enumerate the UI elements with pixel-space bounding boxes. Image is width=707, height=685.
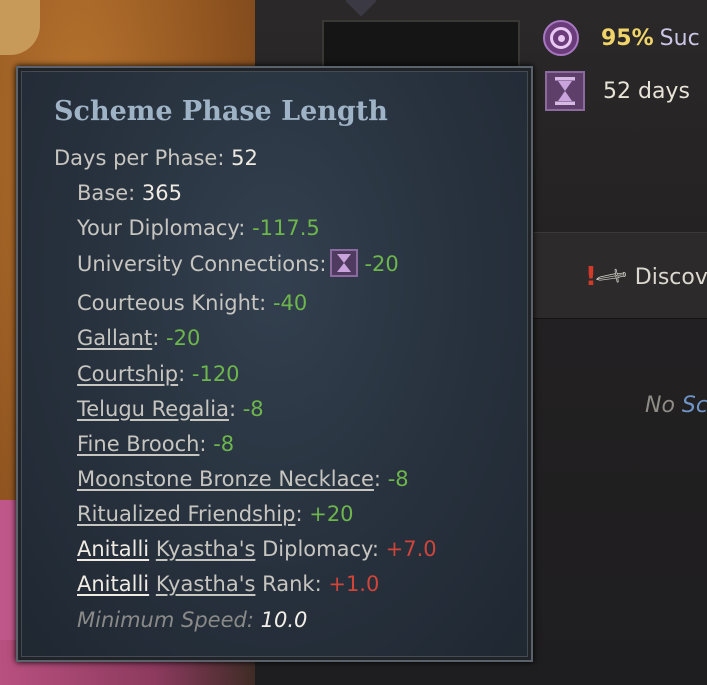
moonstone-necklace-link[interactable]: Moonstone Bronze Necklace <box>77 467 374 491</box>
success-label: Suc <box>659 25 700 51</box>
your-diplomacy-line: Your Diplomacy: -117.5 <box>77 216 320 240</box>
target-diplomacy-line: Anitalli Kyastha's Diplomacy: +7.0 <box>77 537 437 561</box>
success-percent: 95% <box>601 25 654 51</box>
ritualized-friendship-line: Ritualized Friendship: +20 <box>77 502 354 526</box>
hourglass-icon <box>330 249 359 277</box>
moonstone-necklace-line: Moonstone Bronze Necklace: -8 <box>77 467 409 491</box>
telugu-regalia-link[interactable]: Telugu Regalia <box>77 397 229 421</box>
ritualized-friendship-link[interactable]: Ritualized Friendship <box>77 502 295 526</box>
minimum-speed-line: Minimum Speed: 10.0 <box>77 608 308 632</box>
fine-brooch-link[interactable]: Fine Brooch <box>77 432 199 456</box>
target-house-link[interactable]: Kyastha's <box>156 537 256 561</box>
gallant-link[interactable]: Gallant <box>77 326 152 350</box>
no-schemes-text: No Sc <box>645 393 707 418</box>
telugu-regalia-line: Telugu Regalia: -8 <box>77 397 264 421</box>
target-first-name-link[interactable]: Anitalli <box>77 537 149 561</box>
fine-brooch-line: Fine Brooch: -8 <box>77 432 235 456</box>
target-rank-line: Anitalli Kyastha's Rank: +1.0 <box>77 572 380 596</box>
success-chance-row: 95% Suc <box>543 20 700 56</box>
hourglass-icon <box>545 71 585 111</box>
dagger-icon: 🗡 <box>592 258 630 296</box>
target-house-link[interactable]: Kyastha's <box>156 572 256 596</box>
target-first-name-link[interactable]: Anitalli <box>77 572 149 596</box>
days-per-phase-line: Days per Phase: 52 <box>54 146 258 170</box>
discovery-label: Discov <box>634 264 707 290</box>
base-line: Base: 365 <box>77 181 182 205</box>
discovery-row[interactable]: ! 🗡 Discov <box>585 259 707 296</box>
days-per-phase-value: 52 <box>231 146 258 170</box>
scheme-phase-tooltip: Scheme Phase Length Days per Phase: 52 B… <box>16 66 533 662</box>
gallant-line: Gallant: -20 <box>77 326 201 350</box>
courteous-knight-line: Courteous Knight: -40 <box>77 291 308 315</box>
university-connections-line: University Connections: -20 <box>77 249 399 279</box>
phase-days-row: 52 days <box>545 71 690 111</box>
courtship-line: Courtship: -120 <box>77 362 240 386</box>
phase-days-label: 52 days <box>603 78 690 104</box>
tooltip-title: Scheme Phase Length <box>54 96 388 127</box>
target-icon <box>543 20 579 56</box>
courtship-link[interactable]: Courtship <box>77 362 178 386</box>
